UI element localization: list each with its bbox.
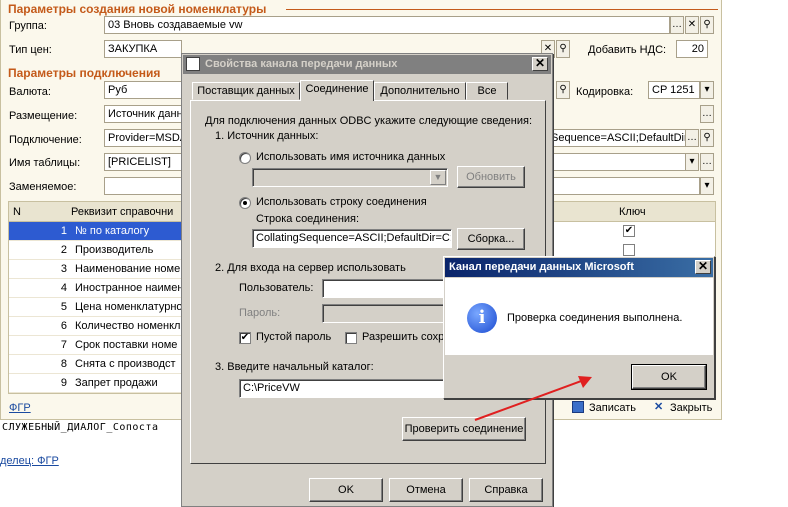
annotation-arrow	[474, 376, 592, 421]
tab-connection[interactable]: Соединение	[300, 80, 374, 101]
arrow-line	[474, 379, 585, 421]
